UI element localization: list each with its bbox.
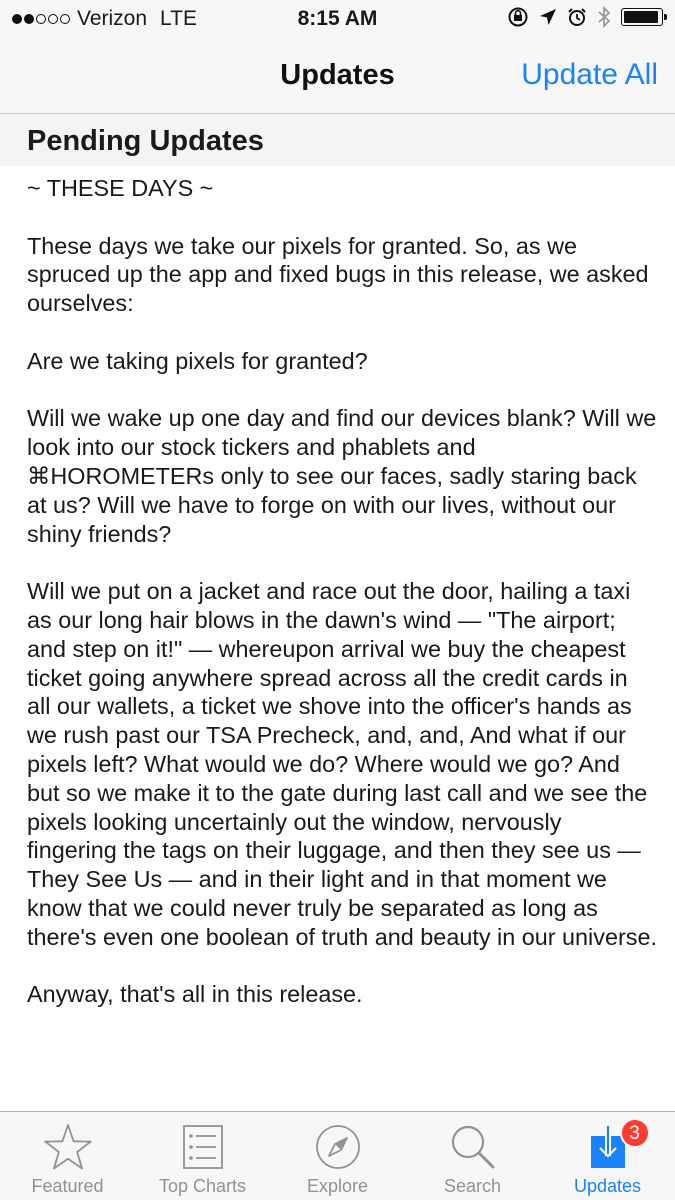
tab-label: Explore — [306, 1176, 369, 1196]
location-arrow-icon — [540, 9, 556, 25]
tab-label: Search — [443, 1176, 502, 1196]
search-icon — [451, 1125, 494, 1169]
tab-label: Updates — [573, 1176, 642, 1196]
tab-updates[interactable]: 3 Updates — [540, 1112, 675, 1200]
release-notes-paragraph: ~ THESE DAYS ~ — [27, 175, 214, 201]
release-notes-paragraph: Will we wake up one day and find our dev… — [27, 405, 657, 547]
navigation-bar: Updates Update All — [0, 38, 675, 114]
battery-level — [624, 11, 659, 23]
status-icons — [507, 6, 667, 28]
updates-count-badge: 3 — [619, 1118, 650, 1148]
tab-search[interactable]: Search — [405, 1112, 540, 1200]
tab-explore[interactable]: Explore — [270, 1112, 405, 1200]
update-all-button[interactable]: Update All — [521, 58, 658, 92]
release-notes-paragraph: Are we taking pixels for granted? — [27, 347, 368, 374]
top-chrome: Verizon LTE 8:15 AM Updates Update All — [0, 0, 675, 114]
compass-icon — [315, 1125, 360, 1169]
app-store-updates-screen: Verizon LTE 8:15 AM Updates Update All P… — [0, 0, 675, 1200]
release-notes-paragraph: Anyway, that's all in this release. — [27, 981, 363, 1008]
release-notes: ~ THESE DAYS ~ These days we take our pi… — [27, 174, 657, 1009]
section-header: Pending Updates — [0, 114, 675, 166]
release-notes-paragraph: Will we put on a jacket and race out the… — [27, 578, 657, 950]
orientation-lock-icon — [508, 7, 528, 27]
release-notes-paragraph: These days we take our pixels for grante… — [27, 232, 649, 317]
tab-top-charts[interactable]: Top Charts — [135, 1112, 270, 1200]
tab-bar: Featured Top Charts Explore Search 3 Upd… — [0, 1111, 675, 1200]
bluetooth-icon — [598, 6, 611, 28]
list-icon — [182, 1125, 223, 1169]
tab-featured[interactable]: Featured — [0, 1112, 135, 1200]
pending-updates-heading: Pending Updates — [27, 125, 264, 157]
battery-icon — [621, 8, 667, 26]
star-icon — [43, 1124, 92, 1170]
status-bar: Verizon LTE 8:15 AM — [0, 0, 675, 38]
tab-label: Top Charts — [158, 1176, 247, 1196]
tab-label: Featured — [31, 1176, 104, 1196]
alarm-icon — [568, 8, 586, 26]
